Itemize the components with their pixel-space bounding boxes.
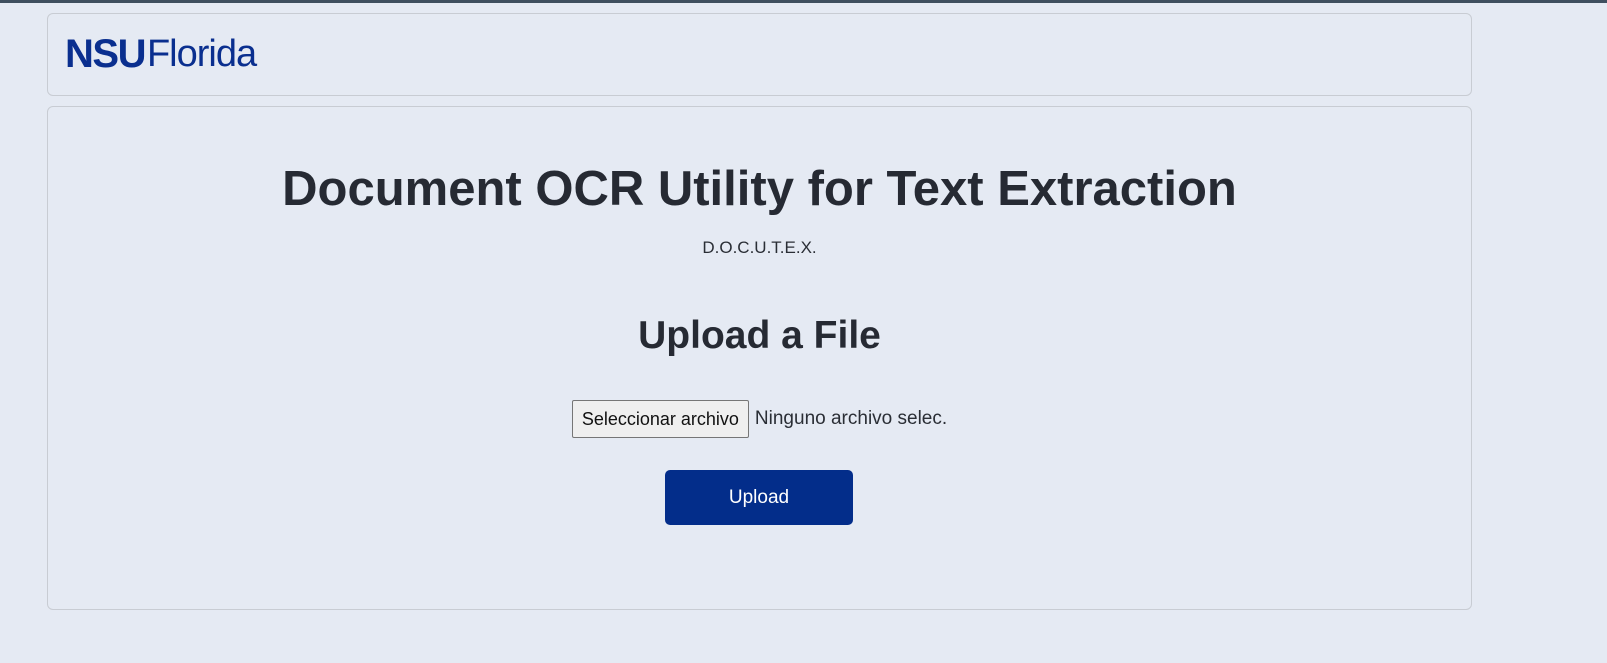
page-subtitle: D.O.C.U.T.E.X. [702,238,817,257]
top-strip [0,0,1607,3]
logo-wordmark-nsu: NSU [65,32,146,76]
logo-wordmark-florida: Florida [146,33,257,75]
upload-button[interactable]: Upload [665,470,853,525]
main-card: Document OCR Utility for Text Extraction… [47,106,1472,610]
file-input: Seleccionar archivo Ninguno archivo sele… [48,400,1471,438]
nsu-florida-logo[interactable]: NSU Florida [65,32,257,76]
page-title: Document OCR Utility for Text Extraction [282,162,1237,216]
header-card: NSU Florida [47,13,1472,96]
file-status-text: Ninguno archivo selec. [754,408,948,429]
choose-file-button[interactable]: Seleccionar archivo [571,400,749,438]
upload-heading: Upload a File [638,314,881,357]
